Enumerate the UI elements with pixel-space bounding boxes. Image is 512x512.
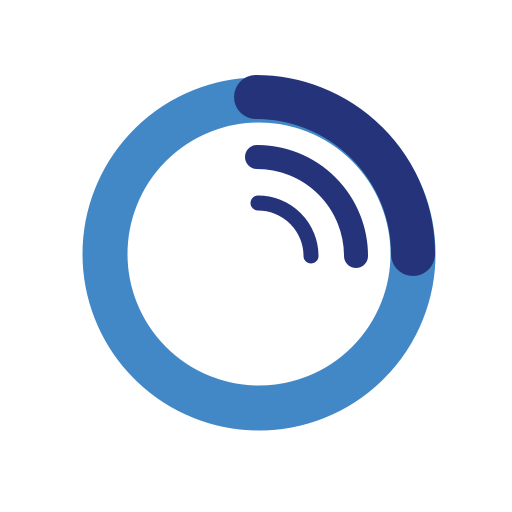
signal-ring-icon [82,75,436,431]
ring-progress-arc [234,75,435,276]
app-icon-canvas [0,0,512,512]
signal-wave-inner [250,195,319,264]
